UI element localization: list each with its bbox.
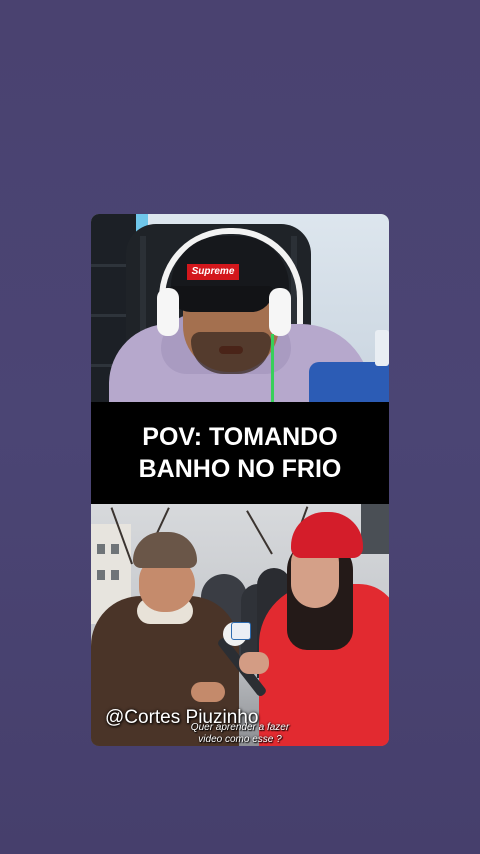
video-subtitle: Quer aprender a fazer video como esse ? [91, 722, 389, 746]
bottle-cap [375, 330, 389, 366]
earcup-right [269, 288, 291, 336]
elderly-man-hand [191, 682, 225, 702]
caption-line-1: POV: TOMANDO [142, 423, 338, 451]
cap-brim [169, 286, 273, 312]
earcup-left [157, 288, 179, 336]
awning [361, 504, 389, 554]
subtitle-line-2: video como esse ? [198, 734, 282, 745]
top-video-streamer: Supreme [91, 214, 389, 402]
caption-text: POV: TOMANDO BANHO NO FRIO [139, 421, 342, 485]
bottle [309, 362, 389, 402]
microphone-flag [231, 622, 251, 640]
tree-branch [246, 510, 273, 555]
elderly-man-hat [133, 532, 197, 568]
caption-line-2: BANHO NO FRIO [138, 455, 342, 483]
cap-logo: Supreme [187, 264, 239, 280]
story-card[interactable]: Supreme POV: TOMANDO BANHO NO FRIO @Cort… [91, 214, 389, 746]
mouth [219, 346, 243, 354]
caption-band: POV: TOMANDO BANHO NO FRIO [91, 402, 389, 504]
reporter-hand [239, 652, 269, 674]
headset-cable [271, 334, 274, 402]
subtitle-line-1: Quer aprender a fazer [190, 722, 290, 733]
